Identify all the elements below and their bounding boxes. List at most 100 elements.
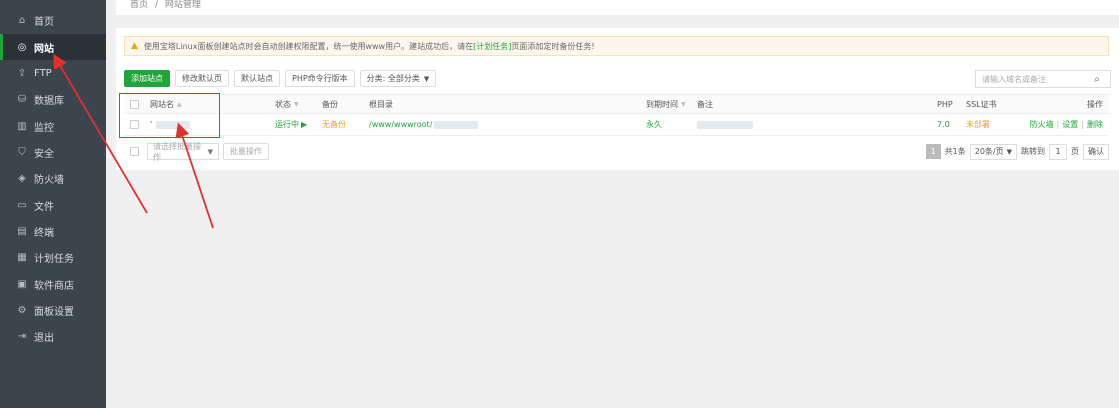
sidebar-item-label: 计划任务 bbox=[34, 253, 74, 265]
sidebar-item-label: 终端 bbox=[34, 227, 54, 239]
footer-select-checkbox[interactable] bbox=[130, 147, 139, 156]
sort-icon: ▼ bbox=[294, 100, 299, 108]
redacted-root-dir bbox=[434, 120, 479, 129]
sidebar-item-firewall[interactable]: ◈ 防火墙 bbox=[0, 165, 106, 191]
caret-down-icon: ▼ bbox=[1006, 147, 1012, 156]
breadcrumb-card bbox=[116, 0, 1119, 15]
current-page[interactable]: 1 bbox=[925, 144, 941, 159]
breadcrumb: 首页 / 网站管理 bbox=[130, 0, 201, 10]
batch-operation-button[interactable]: 批量操作 bbox=[223, 143, 269, 160]
search-icon[interactable]: ⌕ bbox=[1088, 74, 1106, 85]
batch-operation-label: 请选择批量操作 bbox=[153, 141, 201, 162]
home-icon: ⌂ bbox=[18, 14, 26, 26]
folder-icon: ▭ bbox=[17, 199, 27, 211]
firewall-link[interactable]: 防火墙 bbox=[1030, 119, 1054, 130]
total-count: 共1条 bbox=[944, 147, 966, 156]
sidebar-item-cron[interactable]: ▦ 计划任务 bbox=[0, 244, 106, 270]
schedule-icon: ▦ bbox=[17, 251, 27, 263]
add-site-button[interactable]: 添加站点 bbox=[124, 70, 170, 87]
table-header: 网站名 ▲ 状态 ▼ 备份 根目录 到期时间 ▼ 备注 PHP SSL证书 操作 bbox=[124, 94, 1109, 114]
page-unit-label: 页 bbox=[1071, 147, 1079, 156]
sidebar-item-label: 软件商店 bbox=[34, 280, 74, 292]
column-backup: 备份 bbox=[322, 99, 338, 109]
caret-down-icon: ▼ bbox=[207, 147, 213, 156]
firewall-icon: ◈ bbox=[18, 172, 26, 184]
settings-link[interactable]: 设置 bbox=[1062, 119, 1078, 130]
redacted-remark bbox=[697, 120, 753, 129]
table-footer: 请选择批量操作 ▼ 批量操作 1 共1条 20条/页 ▼ 跳转到 1 页 确认 bbox=[124, 141, 1109, 162]
database-icon: ⛁ bbox=[17, 93, 27, 105]
sidebar-item-label: 安全 bbox=[34, 148, 54, 160]
monitor-icon: ▥ bbox=[17, 120, 27, 132]
sidebar-item-monitor[interactable]: ▥ 监控 bbox=[0, 113, 106, 139]
sidebar-item-home[interactable]: ⌂ 首页 bbox=[0, 7, 106, 33]
ssl-cell[interactable]: 未部署 bbox=[966, 114, 990, 135]
category-select[interactable]: 分类: 全部分类 ▼ bbox=[359, 70, 437, 87]
remark-cell[interactable] bbox=[697, 114, 753, 135]
play-icon: ▶ bbox=[301, 120, 308, 129]
batch-operation-select[interactable]: 请选择批量操作 ▼ bbox=[147, 141, 219, 162]
column-status-label: 状态 bbox=[275, 99, 291, 109]
column-status[interactable]: 状态 ▼ bbox=[275, 95, 299, 113]
sidebar-item-security[interactable]: ⛉ 安全 bbox=[0, 139, 106, 165]
notice-text-before: 使用宝塔Linux面板创建站点时会自动创建权限配置，统一使用www用户。建站成功… bbox=[143, 41, 474, 51]
notice-text-after: 页面添加定时备份任务! bbox=[511, 41, 595, 51]
notice-banner: ▲ 使用宝塔Linux面板创建站点时会自动创建权限配置，统一使用www用户。建站… bbox=[124, 36, 1109, 56]
sidebar-item-label: FTP bbox=[34, 67, 52, 79]
php-cli-version-button[interactable]: PHP命令行版本 bbox=[285, 70, 355, 87]
sidebar-item-settings[interactable]: ⚙ 面板设置 bbox=[0, 297, 106, 323]
confirm-jump-button[interactable]: 确认 bbox=[1083, 143, 1109, 160]
table-row: ' 运行中 ▶ 无备份 /www/wwwroot/ 永久 7.0 未部署 防火墙… bbox=[124, 114, 1109, 136]
toolbar: 添加站点 修改默认页 默认站点 PHP命令行版本 分类: 全部分类 ▼ bbox=[124, 70, 437, 87]
edit-default-page-button[interactable]: 修改默认页 bbox=[175, 70, 229, 87]
sidebar-item-ftp[interactable]: ⇪ FTP bbox=[0, 60, 106, 86]
column-remark: 备注 bbox=[697, 99, 713, 109]
search-input[interactable] bbox=[976, 71, 1088, 87]
column-expire[interactable]: 到期时间 ▼ bbox=[646, 95, 686, 113]
sidebar-item-database[interactable]: ⛁ 数据库 bbox=[0, 86, 106, 112]
sidebar-item-terminal[interactable]: ▤ 终端 bbox=[0, 218, 106, 244]
jump-page-input[interactable]: 1 bbox=[1049, 143, 1067, 160]
caret-down-icon: ▼ bbox=[423, 74, 430, 83]
sidebar-item-label: 网站 bbox=[34, 43, 54, 55]
delete-link[interactable]: 删除 bbox=[1087, 119, 1103, 130]
jump-to-label: 跳转到 bbox=[1021, 147, 1045, 156]
column-root-dir: 根目录 bbox=[369, 99, 393, 109]
sidebar-item-label: 数据库 bbox=[34, 95, 64, 107]
pagination: 1 共1条 20条/页 ▼ 跳转到 1 页 确认 bbox=[925, 143, 1109, 160]
site-list-panel: ▲ 使用宝塔Linux面板创建站点时会自动创建权限配置，统一使用www用户。建站… bbox=[116, 28, 1119, 170]
sidebar-item-website[interactable]: ◎ 网站 bbox=[0, 34, 106, 60]
default-site-button[interactable]: 默认站点 bbox=[234, 70, 280, 87]
shield-icon: ⛉ bbox=[18, 146, 26, 158]
sidebar-item-label: 首页 bbox=[34, 16, 54, 28]
column-actions: 操作 bbox=[1087, 99, 1103, 109]
php-version-cell[interactable]: 7.0 bbox=[937, 114, 950, 135]
actions-cell: 防火墙 | 设置 | 删除 bbox=[1030, 114, 1103, 135]
sidebar-item-label: 防火墙 bbox=[34, 174, 64, 186]
expire-cell[interactable]: 永久 bbox=[646, 114, 662, 135]
sidebar: ⌂ 首页 ◎ 网站 ⇪ FTP ⛁ 数据库 ▥ 监控 ⛉ 安全 ◈ 防火墙 ▭ … bbox=[0, 0, 106, 408]
sidebar-item-label: 面板设置 bbox=[34, 306, 74, 318]
status-text: 运行中 bbox=[275, 120, 299, 129]
breadcrumb-current: 网站管理 bbox=[164, 0, 201, 10]
root-dir-path: /www/wwwroot/ bbox=[369, 120, 433, 129]
per-page-select[interactable]: 20条/页 ▼ bbox=[969, 143, 1017, 160]
sidebar-item-files[interactable]: ▭ 文件 bbox=[0, 192, 106, 218]
per-page-label: 20条/页 bbox=[974, 147, 1004, 156]
notice-cron-link[interactable]: [计划任务] bbox=[473, 41, 511, 52]
grid-icon: ▣ bbox=[17, 278, 27, 290]
logout-icon: ⇥ bbox=[17, 330, 27, 342]
sidebar-item-store[interactable]: ▣ 软件商店 bbox=[0, 271, 106, 297]
breadcrumb-home[interactable]: 首页 bbox=[130, 0, 148, 10]
category-select-label: 分类: 全部分类 bbox=[366, 74, 420, 83]
column-php: PHP bbox=[937, 99, 953, 109]
root-dir-cell[interactable]: /www/wwwroot/ bbox=[369, 114, 479, 135]
terminal-icon: ▤ bbox=[17, 225, 27, 237]
breadcrumb-separator: / bbox=[154, 0, 158, 10]
sidebar-item-logout[interactable]: ⇥ 退出 bbox=[0, 323, 106, 349]
backup-cell[interactable]: 无备份 bbox=[322, 114, 346, 135]
ftp-icon: ⇪ bbox=[17, 67, 27, 79]
globe-icon: ◎ bbox=[17, 41, 27, 53]
sidebar-item-label: 监控 bbox=[34, 122, 54, 134]
status-cell[interactable]: 运行中 ▶ bbox=[275, 114, 307, 135]
